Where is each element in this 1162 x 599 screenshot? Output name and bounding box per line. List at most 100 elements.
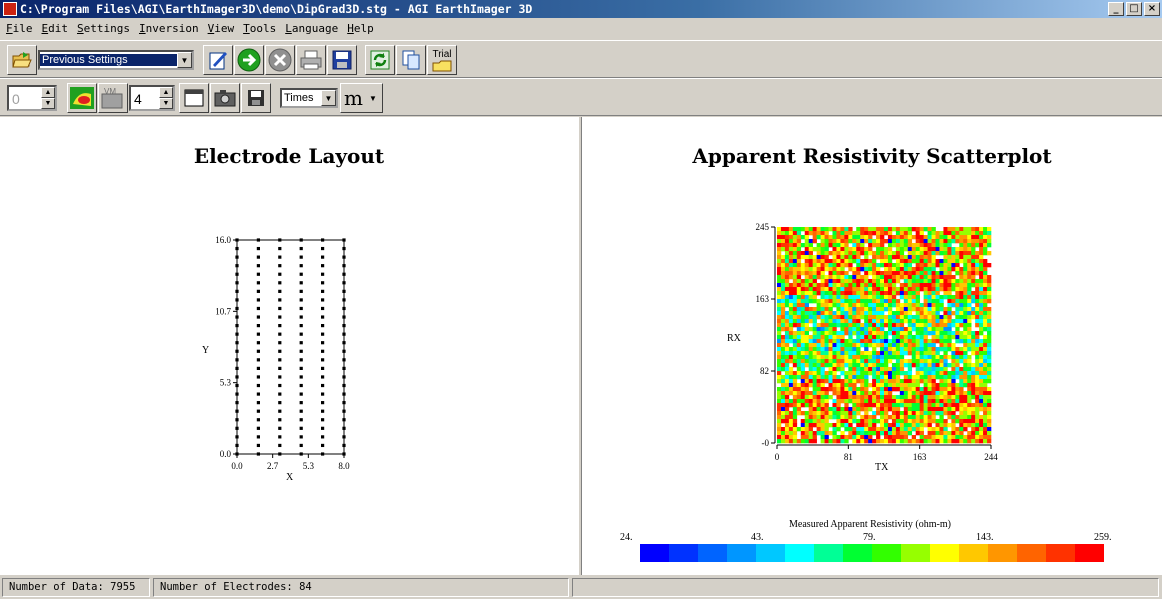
electrode-marker [256, 246, 260, 251]
scatter-point [967, 251, 972, 256]
scatter-point [895, 275, 901, 280]
electrode-marker [235, 426, 239, 430]
scatter-point [951, 435, 956, 440]
save-image-button[interactable] [241, 83, 271, 113]
scatter-point [852, 271, 857, 276]
menu-tools[interactable]: Tools [239, 22, 280, 35]
menu-view[interactable]: View [204, 22, 239, 35]
edit-button[interactable] [203, 45, 233, 75]
scatter-point [987, 323, 992, 328]
scatter-point [872, 367, 877, 372]
scatter-point [804, 427, 809, 432]
scatter-point [792, 283, 798, 288]
scatter-point [884, 431, 889, 436]
scatter-point [788, 299, 794, 304]
scatter-point [876, 343, 881, 348]
menu-inversion[interactable]: Inversion [135, 22, 203, 35]
scatter-point [836, 283, 841, 288]
scatter-point [979, 327, 984, 332]
font-combo[interactable]: Times ▼ [280, 88, 338, 108]
spin-up-icon[interactable]: ▲ [41, 87, 55, 98]
scatter-point [868, 331, 873, 336]
scatter-point [840, 347, 845, 352]
stop-button[interactable] [265, 45, 295, 75]
open-button[interactable] [7, 45, 37, 75]
menu-help[interactable]: Help [343, 22, 378, 35]
scatter-point [943, 399, 948, 404]
scatter-point [935, 327, 940, 332]
frame-button[interactable] [179, 83, 209, 113]
scatter-point [967, 319, 972, 324]
contour-button[interactable] [67, 83, 97, 113]
run-button[interactable] [234, 45, 264, 75]
scatter-point [828, 267, 833, 272]
scatter-point [788, 251, 794, 256]
chevron-down-icon[interactable]: ▼ [369, 94, 377, 103]
save-button[interactable] [327, 45, 357, 75]
spin-down-icon[interactable]: ▼ [41, 98, 55, 109]
copy-button[interactable] [396, 45, 426, 75]
scatter-point [796, 295, 802, 300]
spin-up-icon[interactable]: ▲ [159, 87, 173, 98]
unit-button[interactable]: m ▼ [340, 83, 383, 113]
scatter-point [856, 439, 861, 444]
scatter-point [891, 279, 897, 284]
scatter-point [868, 419, 873, 424]
electrode-marker [321, 443, 325, 448]
chevron-down-icon[interactable]: ▼ [321, 90, 336, 106]
index-spinner[interactable]: 0 ▲ ▼ [7, 85, 57, 111]
count-spinner[interactable]: 4 ▲ ▼ [129, 85, 175, 111]
scatter-point [895, 395, 901, 400]
refresh-button[interactable] [365, 45, 395, 75]
chevron-down-icon[interactable]: ▼ [177, 52, 192, 68]
scatter-point [971, 243, 976, 248]
scatter-point [895, 271, 901, 276]
minimize-button[interactable]: _ [1108, 2, 1124, 16]
menu-file[interactable]: File [2, 22, 37, 35]
electrode-marker [321, 246, 325, 251]
scatter-point [808, 295, 813, 300]
scatter-point [931, 291, 936, 296]
scatter-point [840, 299, 845, 304]
menu-settings[interactable]: Settings [73, 22, 134, 35]
scatter-point [959, 239, 964, 244]
scatter-point [891, 367, 897, 372]
vm-button[interactable]: VM [98, 83, 128, 113]
menu-edit[interactable]: Edit [38, 22, 73, 35]
scatter-point [895, 267, 901, 272]
scatter-point [959, 411, 964, 416]
panel-splitter[interactable] [578, 117, 582, 575]
settings-combo[interactable]: Previous Settings ▼ [38, 50, 194, 70]
scatter-point [983, 235, 988, 240]
scatter-point [939, 271, 944, 276]
scatter-point [820, 391, 825, 396]
close-button[interactable]: × [1144, 2, 1160, 16]
scatter-point [939, 363, 944, 368]
scatter-point [884, 275, 889, 280]
menu-language[interactable]: Language [281, 22, 342, 35]
scatter-point [895, 255, 901, 260]
scatter-point [777, 343, 782, 348]
print-button[interactable] [296, 45, 326, 75]
scatter-point [943, 319, 948, 324]
scatter-point [911, 279, 916, 284]
scatter-point [983, 415, 988, 420]
scatter-point [880, 315, 885, 320]
scatter-point [955, 331, 960, 336]
maximize-button[interactable]: □ [1126, 2, 1142, 16]
scatter-point [951, 415, 956, 420]
snapshot-button[interactable] [210, 83, 240, 113]
scatter-point [963, 315, 968, 320]
scatter-point [868, 287, 873, 292]
scatter-point [784, 427, 790, 432]
scatter-point [864, 291, 869, 296]
scatter-point [828, 307, 833, 312]
spin-down-icon[interactable]: ▼ [159, 98, 173, 109]
scatter-point [816, 383, 821, 388]
scatter-point [860, 251, 865, 256]
trial-button[interactable]: Trial [427, 45, 457, 75]
scatter-point [947, 363, 952, 368]
scatter-point [983, 351, 988, 356]
electrode-marker [342, 383, 346, 388]
scatter-point [780, 287, 786, 292]
